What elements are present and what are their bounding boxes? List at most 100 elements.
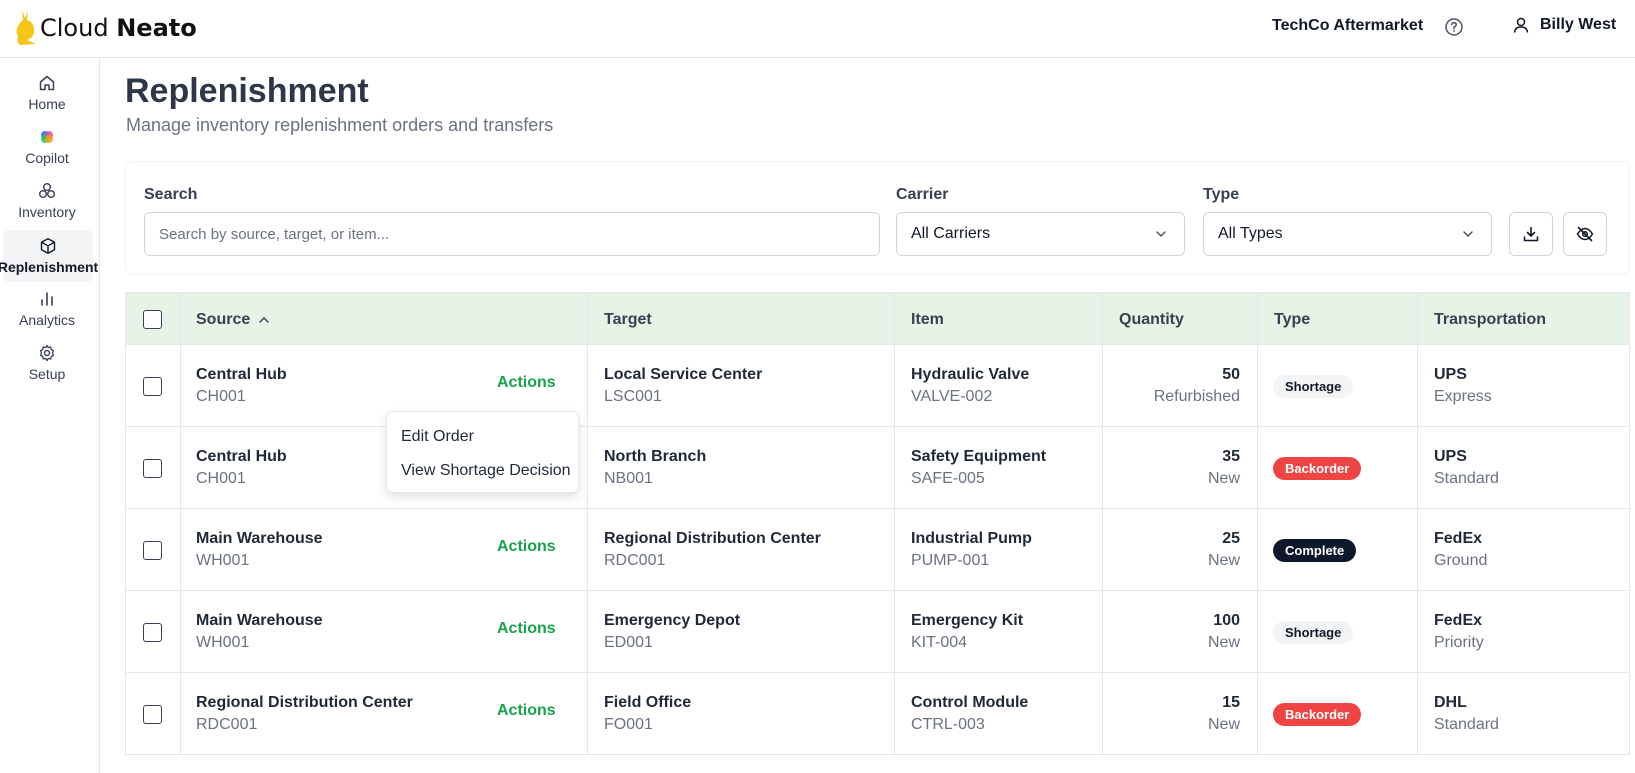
inventory-icon: [39, 183, 55, 198]
item-code: CTRL-003: [911, 716, 985, 733]
target-code: FO001: [604, 716, 653, 733]
target-name: North Branch: [604, 448, 707, 465]
top-header: Cloud Neato TechCo Aftermarket Billy Wes…: [0, 0, 1635, 58]
source-name: Regional Distribution Center: [196, 694, 413, 711]
column-header-target[interactable]: Target: [604, 293, 652, 346]
download-button[interactable]: [1509, 212, 1553, 256]
sidebar-item-replenishment[interactable]: Replenishment: [0, 230, 98, 282]
select-all-checkbox[interactable]: [143, 310, 162, 329]
actions-link[interactable]: Actions: [497, 374, 556, 392]
service-level: Standard: [1434, 716, 1499, 733]
carrier-name: UPS: [1434, 448, 1467, 465]
transportation-cell: FedEx Priority: [1434, 591, 1484, 673]
toggle-visibility-button[interactable]: [1563, 212, 1607, 256]
home-icon: [39, 75, 55, 91]
search-input[interactable]: [144, 212, 880, 256]
select-all-checkbox-wrap: [143, 293, 162, 346]
quantity-value: 25: [1222, 530, 1240, 547]
column-header-transportation[interactable]: Transportation: [1434, 293, 1546, 346]
quantity-cell: 25 New: [1119, 509, 1240, 591]
table-header: Source Target Item Quantity Type Transpo…: [125, 292, 1630, 346]
row-checkbox[interactable]: [143, 458, 162, 478]
user-menu[interactable]: Billy West: [1512, 16, 1616, 34]
target-code: ED001: [604, 634, 653, 651]
column-header-type[interactable]: Type: [1274, 293, 1310, 346]
sidebar-item-copilot[interactable]: Copilot: [3, 122, 91, 172]
help-icon[interactable]: [1444, 17, 1464, 37]
item-cell: Control Module CTRL-003: [911, 673, 1028, 755]
package-icon: [40, 238, 56, 254]
row-checkbox[interactable]: [143, 704, 162, 724]
sidebar-item-label: Home: [28, 96, 66, 112]
column-header-source[interactable]: Source: [196, 293, 270, 346]
quantity-cell: 100 New: [1119, 591, 1240, 673]
table-row: Central Hub CH001 Actions Local Service Cen…: [125, 345, 1630, 427]
source-name: Main Warehouse: [196, 612, 323, 629]
sidebar-item-analytics[interactable]: Analytics: [3, 284, 91, 334]
item-cell: Safety Equipment SAFE-005: [911, 427, 1046, 509]
bar-chart-icon: [41, 292, 53, 306]
sidebar-item-setup[interactable]: Setup: [3, 338, 91, 388]
quantity-value: 100: [1213, 612, 1240, 629]
source-code: WH001: [196, 634, 250, 651]
carrier-name: FedEx: [1434, 612, 1483, 629]
kangaroo-logo-icon: [16, 10, 36, 45]
page-subtitle: Manage inventory replenishment orders an…: [126, 115, 554, 135]
sidebar-item-label: Inventory: [18, 204, 76, 220]
item-code: KIT-004: [911, 634, 968, 651]
actions-link[interactable]: Actions: [497, 702, 556, 720]
sidebar-item-label: Analytics: [18, 312, 76, 328]
item-name: Hydraulic Valve: [911, 366, 1030, 383]
sidebar-item-label: Setup: [28, 366, 66, 382]
carrier-name: DHL: [1434, 694, 1467, 711]
status-badge: Complete: [1273, 538, 1357, 562]
sidebar-item-inventory[interactable]: Inventory: [3, 176, 91, 226]
type-cell: Backorder: [1273, 427, 1362, 509]
source-code: CH001: [196, 388, 246, 405]
service-level: Priority: [1434, 634, 1484, 651]
service-level: Standard: [1434, 470, 1499, 487]
column-header-item[interactable]: Item: [911, 293, 944, 346]
sidebar-item-label: Replenishment: [0, 259, 99, 275]
status-badge: Backorder: [1273, 702, 1362, 726]
target-cell: Emergency Depot ED001: [604, 591, 740, 673]
carrier-name: UPS: [1434, 366, 1467, 383]
chevron-down-icon: [1463, 231, 1473, 238]
item-condition: Refurbished: [1153, 388, 1240, 405]
status-badge: Shortage: [1273, 374, 1354, 398]
service-level: Ground: [1434, 552, 1488, 569]
table-row: Central Hub CH001 North Branch NB001 Safety …: [125, 427, 1630, 509]
carrier-select[interactable]: All Carriers: [896, 212, 1185, 256]
gear-icon: [39, 344, 55, 362]
type-cell: Shortage: [1273, 345, 1354, 427]
column-header-quantity[interactable]: Quantity: [1119, 293, 1184, 346]
table-row: Regional Distribution Center RDC001 Action…: [125, 673, 1630, 755]
download-icon: [1523, 226, 1539, 242]
source-code: WH001: [196, 552, 250, 569]
row-checkbox[interactable]: [143, 622, 162, 642]
actions-link[interactable]: Actions: [497, 538, 556, 556]
table-row: Main Warehouse WH001 Actions Emergency Depo…: [125, 591, 1630, 673]
transportation-cell: UPS Standard: [1434, 427, 1499, 509]
quantity-value: 15: [1222, 694, 1240, 711]
service-level: Express: [1434, 388, 1492, 405]
menu-item-view-shortage-decision[interactable]: View Shortage Decision: [387, 454, 578, 488]
target-cell: North Branch NB001: [604, 427, 706, 509]
target-name: Local Service Center: [604, 366, 763, 383]
source-name: Central Hub: [196, 366, 287, 383]
row-checkbox[interactable]: [143, 376, 162, 396]
sidebar-item-label: Copilot: [25, 150, 69, 166]
actions-link[interactable]: Actions: [497, 620, 556, 638]
row-checkbox[interactable]: [143, 540, 162, 560]
table-row: Main Warehouse WH001 Actions Regional Distr…: [125, 509, 1630, 591]
user-name: Billy West: [1540, 16, 1617, 33]
transportation-cell: DHL Standard: [1434, 673, 1499, 755]
source-cell: Regional Distribution Center RDC001: [196, 673, 413, 755]
menu-item-edit-order[interactable]: Edit Order: [387, 420, 578, 454]
brand-logo[interactable]: Cloud Neato: [12, 8, 197, 48]
sidebar-item-home[interactable]: Home: [3, 68, 91, 118]
org-switcher[interactable]: TechCo Aftermarket: [1272, 17, 1423, 35]
target-name: Emergency Depot: [604, 612, 741, 629]
type-select[interactable]: All Types: [1203, 212, 1492, 256]
source-cell: Central Hub CH001: [196, 427, 287, 509]
